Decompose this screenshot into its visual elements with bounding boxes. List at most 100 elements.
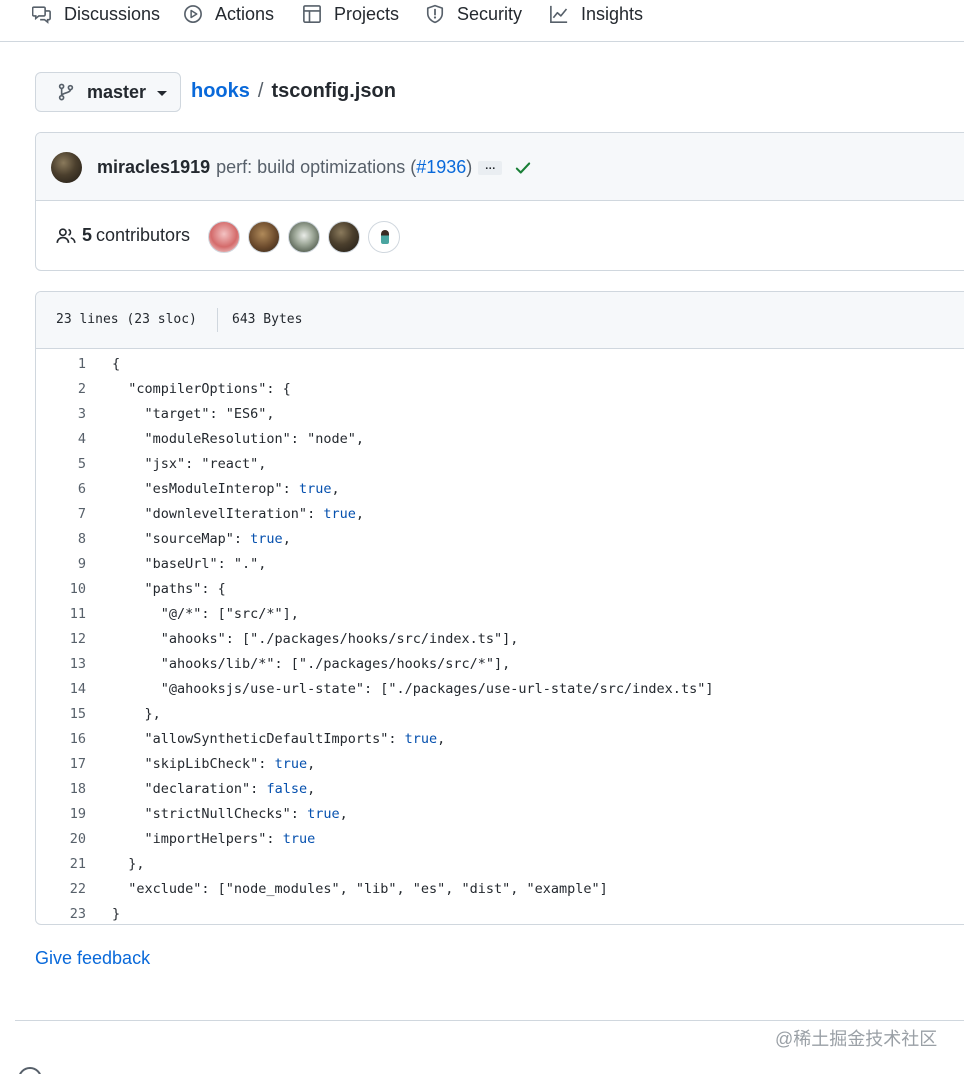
code-text: {: [112, 355, 121, 372]
code-keyword: true: [323, 505, 356, 522]
line-number[interactable]: 17: [36, 756, 86, 772]
code-line: 20 "importHelpers": true: [36, 826, 964, 851]
code-line: 23}: [36, 901, 964, 924]
nav-tab-insights[interactable]: Insights: [549, 0, 643, 28]
line-content: "allowSyntheticDefaultImports": true,: [112, 731, 446, 747]
code-text: "jsx": "react",: [112, 455, 267, 472]
line-number[interactable]: 11: [36, 606, 86, 622]
line-content: "@ahooksjs/use-url-state": ["./packages/…: [112, 680, 714, 697]
code-text: "downlevelIteration":: [112, 505, 324, 522]
code-keyword: false: [266, 780, 308, 797]
nav-tab-security[interactable]: Security: [425, 0, 522, 28]
line-content: "esModuleInterop": true,: [112, 481, 340, 497]
commit-message-end: ): [466, 157, 473, 177]
code-text: "declaration":: [112, 780, 267, 797]
contributor-avatar[interactable]: [288, 221, 320, 253]
people-icon: [56, 227, 76, 243]
contributor-avatar[interactable]: [328, 221, 360, 253]
line-number[interactable]: 21: [36, 856, 86, 872]
line-number[interactable]: 22: [36, 881, 86, 897]
give-feedback-link[interactable]: Give feedback: [35, 948, 150, 969]
line-number[interactable]: 8: [36, 531, 86, 547]
code-punctuation: ,: [355, 505, 364, 522]
line-content: "paths": {: [112, 581, 226, 597]
contributor-avatar[interactable]: [208, 221, 240, 253]
line-number[interactable]: 18: [36, 781, 86, 797]
breadcrumb-separator: /: [257, 80, 264, 102]
footer-logo-icon[interactable]: [18, 1067, 42, 1074]
line-number[interactable]: 15: [36, 706, 86, 722]
line-content: {: [112, 356, 120, 372]
check-icon[interactable]: [514, 159, 532, 177]
code-line: 18 "declaration": false,: [36, 776, 964, 801]
line-content: "baseUrl": ".",: [112, 555, 267, 572]
code-line: 2 "compilerOptions": {: [36, 376, 964, 401]
commit-author-avatar[interactable]: [51, 152, 82, 183]
code-line: 19 "strictNullChecks": true,: [36, 801, 964, 826]
table-icon: [303, 5, 321, 23]
code-text: "ahooks": ["./packages/hooks/src/index.t…: [112, 630, 519, 647]
code-punctuation: ,: [339, 805, 348, 822]
code-line: 21 },: [36, 851, 964, 876]
code-text: "skipLibCheck":: [112, 755, 275, 772]
line-number[interactable]: 12: [36, 631, 86, 647]
code-text: "strictNullChecks":: [112, 805, 308, 822]
code-punctuation: ,: [307, 780, 316, 797]
code-line: 16 "allowSyntheticDefaultImports": true,: [36, 726, 964, 751]
commit-author-link[interactable]: miracles1919: [97, 157, 210, 178]
code-line: 12 "ahooks": ["./packages/hooks/src/inde…: [36, 626, 964, 651]
line-number[interactable]: 1: [36, 356, 86, 372]
line-number[interactable]: 5: [36, 456, 86, 472]
line-number[interactable]: 19: [36, 806, 86, 822]
code-line: 5 "jsx": "react",: [36, 451, 964, 476]
line-number[interactable]: 6: [36, 481, 86, 497]
contributors-count: 5: [82, 225, 93, 245]
nav-label: Actions: [215, 3, 275, 24]
line-number[interactable]: 10: [36, 581, 86, 597]
code-text: "@/*": ["src/*"],: [112, 605, 299, 622]
code-text: "paths": {: [112, 580, 226, 597]
line-number[interactable]: 13: [36, 656, 86, 672]
code-text: "esModuleInterop":: [112, 480, 299, 497]
footer-divider: [15, 1020, 964, 1021]
code-keyword: true: [307, 805, 340, 822]
line-number[interactable]: 9: [36, 556, 86, 572]
code-line: 8 "sourceMap": true,: [36, 526, 964, 551]
code-punctuation: ,: [331, 480, 340, 497]
contributors-label: contributors: [96, 225, 191, 245]
code-punctuation: ,: [307, 755, 316, 772]
branch-select-button[interactable]: master: [35, 72, 181, 112]
line-content: "target": "ES6",: [112, 406, 275, 422]
commit-pr-link[interactable]: #1936: [416, 157, 466, 177]
latest-commit-box: miracles1919 perf: build optimizations (…: [35, 132, 964, 271]
commit-message-link[interactable]: perf: build optimizations (#1936): [216, 157, 472, 178]
code-text: "ahooks/lib/*": ["./packages/hooks/src/*…: [112, 655, 511, 672]
line-number[interactable]: 7: [36, 506, 86, 522]
line-number[interactable]: 3: [36, 406, 86, 422]
nav-label: Security: [457, 3, 523, 24]
line-number[interactable]: 2: [36, 381, 86, 397]
code-line: 13 "ahooks/lib/*": ["./packages/hooks/sr…: [36, 651, 964, 676]
line-content: "sourceMap": true,: [112, 531, 291, 547]
line-number[interactable]: 16: [36, 731, 86, 747]
contributors-link[interactable]: 5 contributors: [56, 225, 190, 246]
code-keyword: true: [250, 530, 283, 547]
code-line: 7 "downlevelIteration": true,: [36, 501, 964, 526]
code-punctuation: ,: [282, 530, 291, 547]
line-number[interactable]: 14: [36, 681, 86, 697]
nav-tab-projects[interactable]: Projects: [302, 0, 399, 28]
line-number[interactable]: 23: [36, 906, 86, 922]
line-number[interactable]: 4: [36, 431, 86, 447]
line-number[interactable]: 20: [36, 831, 86, 847]
code-text: "importHelpers":: [112, 830, 283, 847]
code-text: "@ahooksjs/use-url-state": ["./packages/…: [112, 680, 714, 697]
commit-expand-button[interactable]: …: [478, 160, 503, 175]
nav-tab-actions[interactable]: Actions: [183, 0, 274, 28]
code-line: 15 },: [36, 701, 964, 726]
nav-tab-discussions[interactable]: Discussions: [32, 0, 160, 28]
breadcrumb-repo-link[interactable]: hooks: [191, 80, 250, 103]
code-text: "baseUrl": ".",: [112, 555, 267, 572]
file-info-divider: [217, 308, 218, 332]
contributor-avatar[interactable]: [248, 221, 280, 253]
contributor-avatar[interactable]: [368, 221, 400, 253]
